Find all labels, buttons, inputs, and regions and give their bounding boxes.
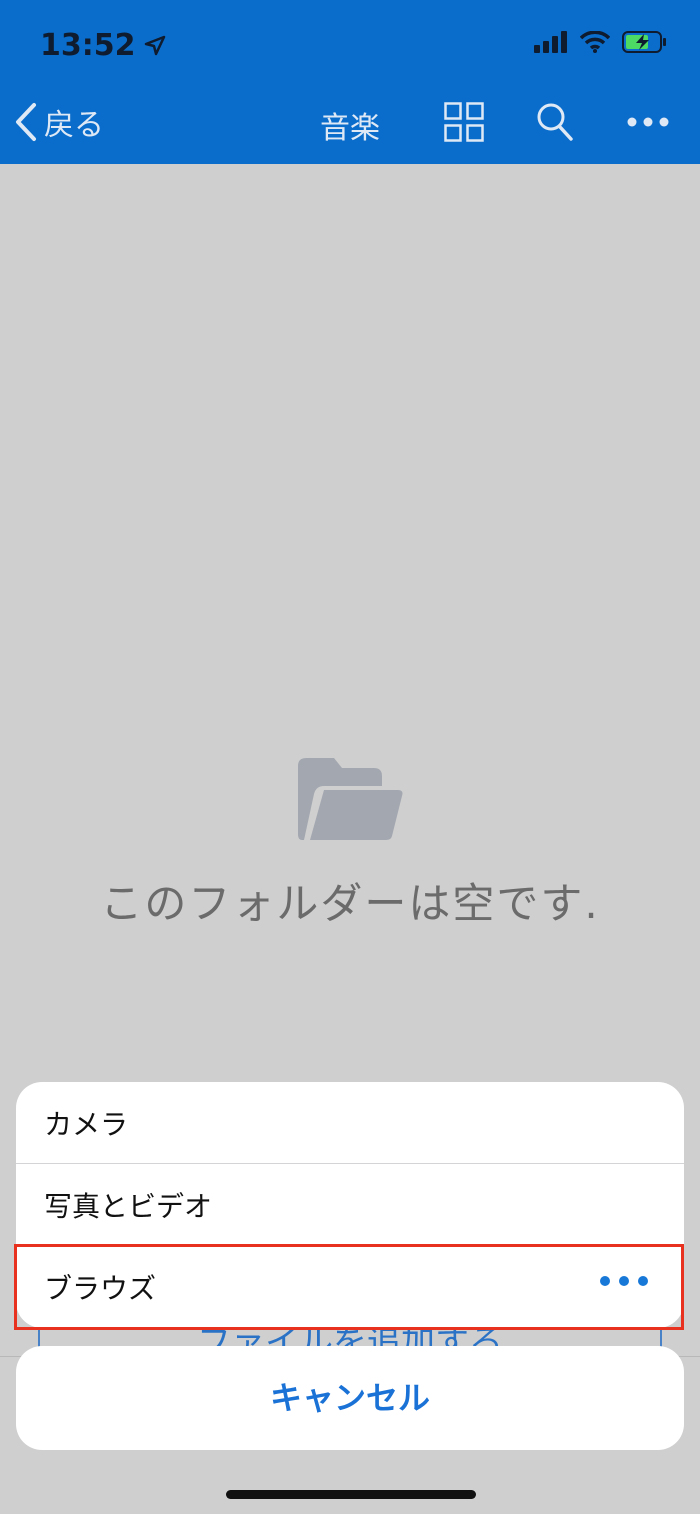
back-label: 戻る <box>44 108 104 143</box>
home-indicator <box>226 1490 476 1499</box>
status-indicators <box>534 30 668 54</box>
sheet-item-browse[interactable]: ブラウズ <box>16 1246 684 1328</box>
battery-charging-icon <box>622 31 666 53</box>
sheet-item-label: カメラ <box>44 1108 129 1141</box>
chevron-left-icon <box>16 103 36 141</box>
sheet-item-label: 写真とビデオ <box>44 1190 213 1223</box>
wifi-icon <box>580 31 610 53</box>
sheet-item-label: ブラウズ <box>44 1272 157 1305</box>
search-icon[interactable] <box>536 102 574 142</box>
folder-icon <box>298 758 403 840</box>
more-icon[interactable] <box>626 116 670 128</box>
grid-view-icon[interactable] <box>444 102 484 142</box>
empty-folder-message: このフォルダーは空です. <box>100 879 600 928</box>
page-title: 音楽 <box>320 111 380 146</box>
action-sheet: カメラ 写真とビデオ ブラウズ <box>16 1082 684 1328</box>
sheet-item-photos-videos[interactable]: 写真とビデオ <box>16 1164 684 1246</box>
cellular-signal-icon <box>534 31 567 53</box>
sheet-item-camera[interactable]: カメラ <box>16 1082 684 1164</box>
status-time: 13:52 <box>40 28 166 63</box>
status-time-text: 13:52 <box>40 28 136 63</box>
back-button[interactable]: 戻る <box>14 100 104 144</box>
app-header: 13:52 戻る 音楽 <box>0 0 700 164</box>
more-icon <box>600 1276 648 1286</box>
cancel-button[interactable]: キャンセル <box>16 1346 684 1450</box>
location-arrow-icon <box>144 35 165 55</box>
